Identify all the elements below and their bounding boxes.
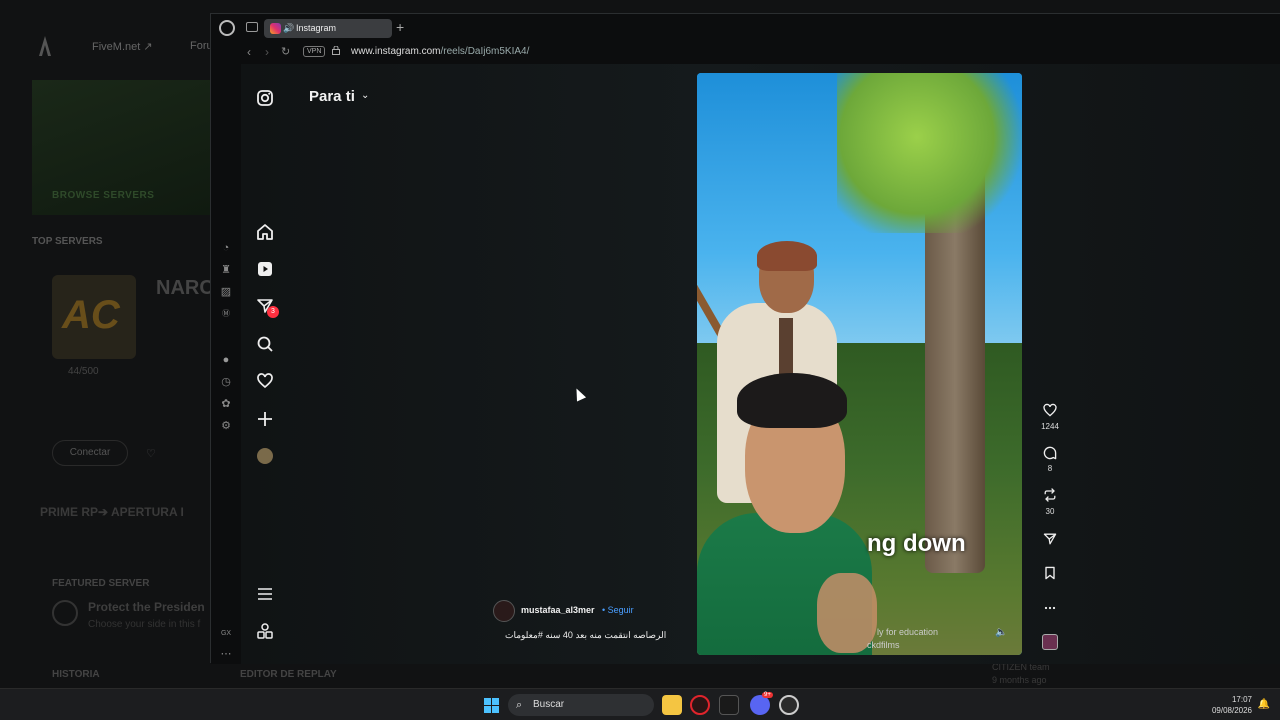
- vpn-badge[interactable]: VPN: [303, 46, 326, 57]
- volume-icon[interactable]: 🔈: [995, 627, 1007, 638]
- reel-video[interactable]: ng down ly for education ckdfilms 🔈: [697, 73, 1022, 655]
- profile-avatar[interactable]: [257, 448, 273, 464]
- instagram-nav: 3: [241, 64, 291, 664]
- instagram-logo-icon[interactable]: [255, 88, 275, 108]
- notifications-heart-icon[interactable]: [255, 371, 275, 391]
- app-settings-icon[interactable]: [779, 695, 799, 715]
- browser-window: 🔊 Instagram + ‹ › ↻ VPN www.instagram.co…: [210, 13, 1280, 664]
- instagram-favicon-icon: [270, 23, 281, 34]
- gx-control-icon[interactable]: ◔: [220, 242, 232, 254]
- news-time: 9 months ago: [992, 675, 1047, 685]
- clock-date: 09/08/2026: [1211, 706, 1252, 715]
- taskbar-search-placeholder: Buscar: [533, 699, 565, 710]
- search-icon[interactable]: [255, 334, 275, 354]
- like-count: 1244: [1041, 422, 1059, 431]
- featured-server-heading: FEATURED SERVER: [52, 578, 150, 589]
- clock[interactable]: 17:07 09/08/2026: [1212, 694, 1252, 716]
- video-man-tie: [779, 318, 793, 378]
- instagram-page: 3 Para ti ⌄ ng down ly for education ckd…: [241, 64, 1280, 664]
- tab-bar: 🔊 Instagram +: [211, 14, 1280, 42]
- url-path: /reels/DaIj6m5KIA4/: [440, 46, 530, 57]
- fivem-logo-icon: [39, 36, 51, 56]
- repost-count: 30: [1045, 507, 1055, 516]
- home-icon[interactable]: [255, 222, 275, 242]
- menu-hamburger-icon[interactable]: [255, 584, 275, 604]
- server-logo-text: AC: [62, 293, 120, 337]
- comment-count: 8: [1047, 464, 1053, 473]
- prime-rp-banner[interactable]: PRIME RP➔ APERTURA I: [40, 505, 184, 519]
- nav-fivem-link[interactable]: FiveM.net ↗: [92, 40, 153, 53]
- opera-gx-menu-icon[interactable]: [219, 20, 235, 36]
- url-host: www.instagram.com: [351, 46, 441, 57]
- author-username[interactable]: mustafaa_al3mer: [521, 605, 595, 615]
- replay-editor-heading: EDITOR DE REPLAY: [240, 669, 337, 680]
- tab-islands-icon[interactable]: [246, 22, 258, 32]
- settings-icon[interactable]: ⚙: [220, 420, 232, 432]
- video-watermark-line1: ly for education: [877, 627, 939, 637]
- presenter-hair: [737, 373, 847, 428]
- twitch-icon[interactable]: ▨: [220, 286, 232, 298]
- video-watermark-line2: ckdfilms: [867, 640, 900, 650]
- taskbar-search[interactable]: ⌕ Buscar: [508, 694, 654, 716]
- file-explorer-icon[interactable]: [662, 695, 682, 715]
- server-name: NARC: [156, 277, 214, 299]
- tab-instagram[interactable]: 🔊 Instagram: [264, 19, 392, 38]
- discord-badge: 9+: [762, 692, 773, 698]
- search-magnifier-icon: ⌕: [516, 699, 523, 711]
- opera-gx-taskbar-icon[interactable]: [690, 695, 710, 715]
- extensions-icon[interactable]: ✿: [220, 398, 232, 410]
- video-leaves: [837, 73, 1022, 233]
- feed-title-dropdown[interactable]: Para ti: [309, 88, 355, 105]
- share-icon[interactable]: [1041, 531, 1059, 552]
- more-options-icon[interactable]: [1041, 600, 1059, 621]
- gx-label[interactable]: GX: [220, 628, 232, 640]
- url-field[interactable]: www.instagram.com/reels/DaIj6m5KIA4/: [351, 46, 529, 57]
- lock-icon[interactable]: [332, 46, 340, 55]
- repost-icon[interactable]: [1041, 487, 1059, 508]
- featured-server-title[interactable]: Protect the Presiden: [88, 600, 205, 614]
- featured-server-icon: [52, 600, 78, 626]
- like-icon[interactable]: [1041, 402, 1059, 423]
- spotify-icon[interactable]: ●: [220, 354, 232, 366]
- messages-badge: 3: [267, 306, 279, 318]
- forward-icon[interactable]: ›: [265, 45, 269, 59]
- server-players: 44/500: [68, 366, 99, 377]
- new-tab-button[interactable]: +: [396, 19, 404, 35]
- reload-icon[interactable]: ↻: [281, 45, 290, 58]
- browse-servers-label: BROWSE SERVERS: [52, 190, 155, 201]
- connect-button[interactable]: Conectar: [52, 440, 128, 466]
- messenger-icon[interactable]: Ⓜ: [220, 308, 232, 320]
- video-man-hair: [757, 241, 817, 271]
- gx-corner-icon[interactable]: ♜: [220, 264, 232, 276]
- address-bar: ‹ › ↻ VPN www.instagram.com/reels/DaIj6m…: [211, 42, 1280, 64]
- discord-icon[interactable]: [750, 695, 770, 715]
- favorite-icon[interactable]: ♡: [146, 447, 156, 460]
- follow-button[interactable]: • Seguir: [602, 605, 634, 615]
- server-thumbnail[interactable]: AC: [52, 275, 136, 359]
- back-icon[interactable]: ‹: [247, 45, 251, 59]
- reel-caption[interactable]: الرصاصه انتقمت منه بعد 40 سنه #معلومات: [505, 630, 666, 641]
- windows-start-icon[interactable]: [484, 698, 499, 713]
- opera-sidebar: ◔ ♜ ▨ Ⓜ ● ◷ ✿ ⚙ GX ⋯: [211, 64, 241, 664]
- save-bookmark-icon[interactable]: [1041, 565, 1059, 586]
- tab-title: Instagram: [296, 23, 337, 33]
- clock-time: 17:07: [1231, 695, 1252, 704]
- reels-icon[interactable]: [255, 259, 275, 279]
- notification-bell-icon[interactable]: 🔔: [1258, 699, 1270, 710]
- speaker-icon[interactable]: 🔊: [283, 19, 294, 38]
- top-servers-heading: TOP SERVERS: [32, 236, 103, 247]
- featured-server-subtitle: Choose your side in this f: [88, 619, 201, 630]
- chevron-down-icon[interactable]: ⌄: [361, 90, 369, 101]
- comment-icon[interactable]: [1041, 445, 1059, 466]
- windows-taskbar: ⌕ Buscar 9+ 17:07 09/08/2026 🔔: [0, 688, 1280, 720]
- historia-heading: HISTORIA: [52, 669, 100, 680]
- more-icon[interactable]: ⋯: [220, 648, 232, 660]
- threads-apps-icon[interactable]: [255, 621, 275, 641]
- author-avatar[interactable]: [493, 600, 515, 622]
- fivem-taskbar-icon[interactable]: [719, 695, 739, 715]
- create-plus-icon[interactable]: [255, 409, 275, 429]
- history-icon[interactable]: ◷: [220, 376, 232, 388]
- audio-thumbnail[interactable]: [1042, 634, 1058, 650]
- video-subtitle: ng down: [867, 530, 966, 557]
